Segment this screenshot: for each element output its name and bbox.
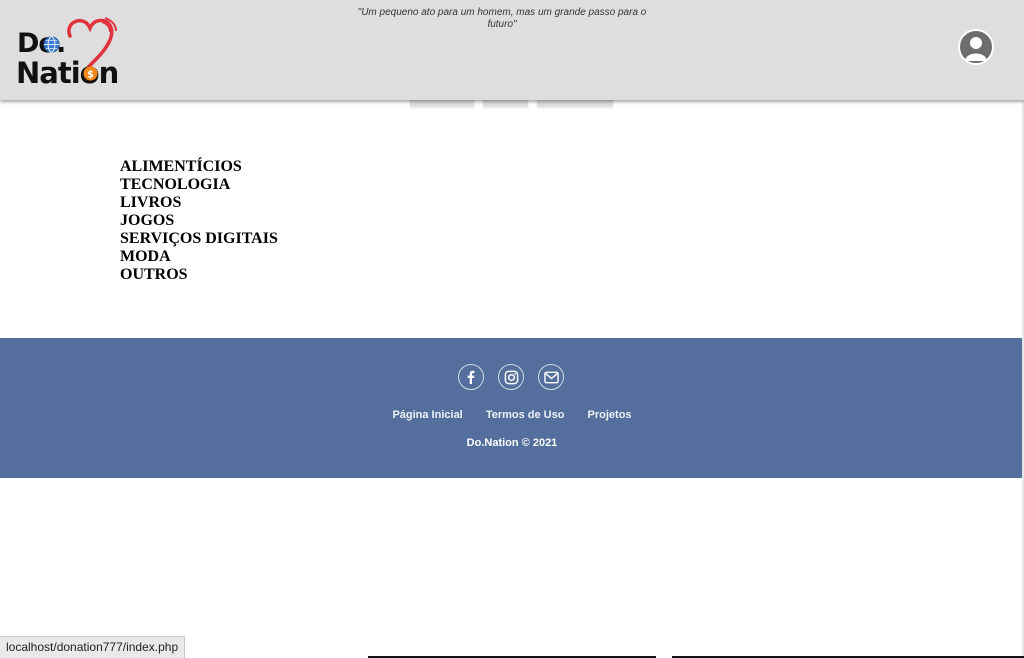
- copyright-text: Do.Nation © 2021: [466, 437, 558, 449]
- footer-link-projetos[interactable]: Projetos: [588, 409, 632, 421]
- browser-status-url: localhost/donation777/index.php: [0, 636, 186, 658]
- site-header: Do. Nation $ "Um pequeno ato para um hom…: [0, 0, 1024, 100]
- category-item[interactable]: TECNOLOGIA: [120, 176, 278, 194]
- category-item[interactable]: SERVIÇOS DIGITAIS: [120, 230, 278, 248]
- header-quote: "Um pequeno ato para um homem, mas um gr…: [357, 7, 647, 30]
- coin-icon: $: [83, 66, 98, 81]
- footer-links: Página Inicial Termos de Uso Projetos: [0, 409, 1024, 421]
- category-item[interactable]: OUTROS: [120, 266, 278, 284]
- mail-icon[interactable]: [538, 364, 564, 390]
- donation-logo[interactable]: Do. Nation $: [14, 14, 126, 90]
- svg-text:$: $: [87, 69, 94, 80]
- category-item[interactable]: LIVROS: [120, 194, 278, 212]
- logo-text-nation: Nation: [16, 56, 119, 90]
- category-item[interactable]: JOGOS: [120, 212, 278, 230]
- category-item[interactable]: ALIMENTÍCIOS: [120, 158, 278, 176]
- user-avatar-icon[interactable]: [958, 29, 994, 65]
- globe-icon: [43, 36, 60, 53]
- instagram-icon[interactable]: [498, 364, 524, 390]
- facebook-icon[interactable]: [458, 364, 484, 390]
- category-item[interactable]: MODA: [120, 248, 278, 266]
- footer-link-pagina-inicial[interactable]: Página Inicial: [392, 409, 462, 421]
- category-list: ALIMENTÍCIOS TECNOLOGIA LIVROS JOGOS SER…: [120, 158, 278, 284]
- site-footer: Página Inicial Termos de Uso Projetos Do…: [0, 338, 1024, 478]
- footer-link-termos-de-uso[interactable]: Termos de Uso: [486, 409, 565, 421]
